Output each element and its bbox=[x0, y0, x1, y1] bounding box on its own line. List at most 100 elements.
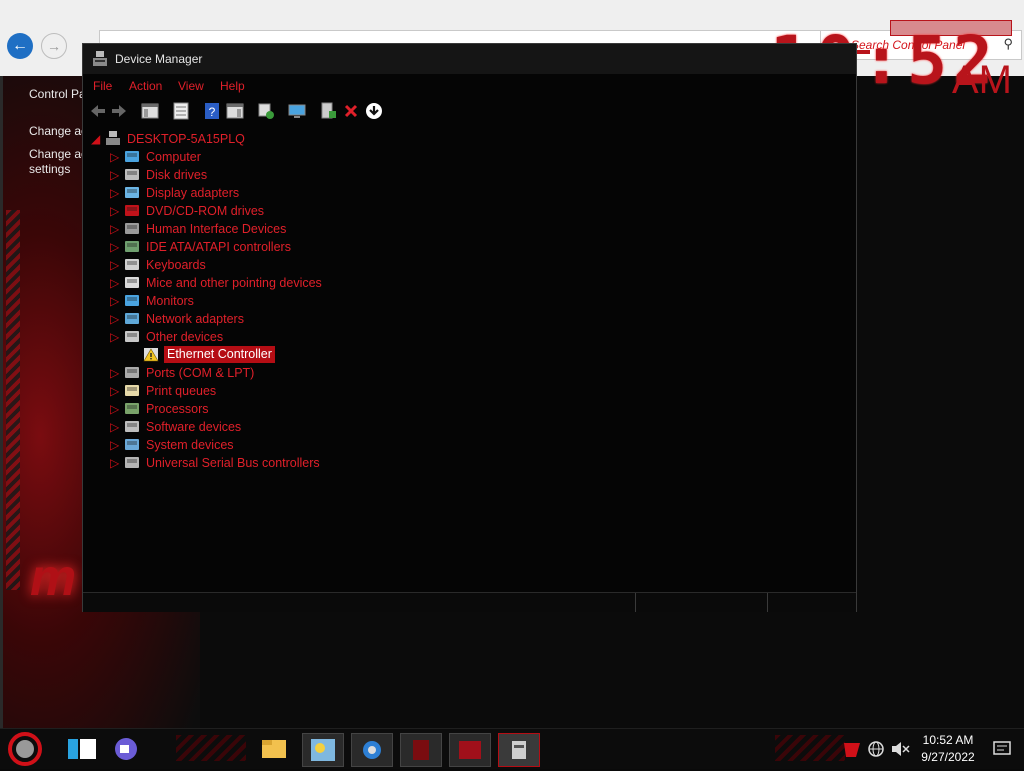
menu-view[interactable]: View bbox=[178, 79, 204, 93]
change-adapter-link[interactable]: Change ac bbox=[29, 124, 87, 138]
expand-arrow-icon[interactable]: ▷ bbox=[110, 186, 119, 200]
properties-icon[interactable] bbox=[172, 102, 190, 120]
expand-arrow-icon[interactable]: ▷ bbox=[110, 276, 119, 290]
forward-button[interactable]: → bbox=[41, 33, 67, 59]
warning-device-icon bbox=[143, 348, 159, 362]
device-manager-icon bbox=[93, 51, 107, 66]
tree-item-label: IDE ATA/ATAPI controllers bbox=[146, 240, 291, 254]
expand-arrow-icon[interactable]: ▷ bbox=[110, 366, 119, 380]
expand-arrow-icon[interactable]: ▷ bbox=[110, 402, 119, 416]
title-bar[interactable]: Device Manager bbox=[83, 44, 856, 74]
uninstall-device-icon[interactable] bbox=[342, 102, 360, 120]
port-icon bbox=[125, 367, 139, 378]
unknown-device-icon bbox=[125, 331, 139, 342]
taskbar-stripe-decoration bbox=[176, 735, 246, 761]
menu-file[interactable]: File bbox=[93, 79, 112, 93]
toolbar: ? bbox=[83, 97, 856, 125]
show-hide-action-pane-icon[interactable] bbox=[226, 102, 244, 120]
task-view-icon[interactable] bbox=[62, 733, 102, 765]
help-icon[interactable]: ? bbox=[203, 102, 221, 120]
expand-arrow-icon[interactable]: ▷ bbox=[110, 204, 119, 218]
start-button[interactable] bbox=[6, 731, 44, 767]
svg-text:?: ? bbox=[209, 105, 216, 119]
collapse-arrow-icon[interactable]: ◢ bbox=[91, 132, 100, 146]
window-title: Device Manager bbox=[115, 52, 203, 66]
file-explorer-icon[interactable] bbox=[254, 733, 294, 765]
expand-arrow-icon[interactable]: ▷ bbox=[110, 456, 119, 470]
menu-action[interactable]: Action bbox=[129, 79, 162, 93]
expand-arrow-icon[interactable]: ▷ bbox=[110, 258, 119, 272]
sidebar-stripe-decoration bbox=[6, 210, 20, 590]
tree-item-label: Display adapters bbox=[146, 186, 240, 200]
app-button-settings[interactable] bbox=[351, 733, 393, 767]
expand-arrow-icon[interactable]: ▷ bbox=[110, 222, 119, 236]
expand-arrow-icon[interactable]: ▷ bbox=[110, 150, 119, 164]
tree-item-label: Universal Serial Bus controllers bbox=[146, 456, 320, 470]
keyboard-icon bbox=[125, 259, 139, 270]
menu-help[interactable]: Help bbox=[220, 79, 245, 93]
taskbar-time[interactable]: 10:52 AM bbox=[917, 733, 979, 747]
back-arrow-icon[interactable] bbox=[89, 102, 107, 120]
network-icon bbox=[125, 313, 139, 324]
show-hide-console-tree-icon[interactable] bbox=[141, 102, 159, 120]
display-adapter-icon bbox=[125, 187, 139, 198]
change-sharing-link[interactable]: Change ac bbox=[29, 147, 87, 161]
tree-item-label: Mice and other pointing devices bbox=[146, 276, 322, 290]
mouse-icon bbox=[125, 277, 139, 288]
tree-item-label: Ethernet Controller bbox=[164, 346, 275, 363]
chat-icon[interactable] bbox=[106, 733, 146, 765]
computer-root-icon bbox=[106, 131, 120, 145]
taskbar-stripe-decoration bbox=[775, 735, 845, 761]
tree-item-label: DVD/CD-ROM drives bbox=[146, 204, 265, 218]
dvd-icon bbox=[125, 205, 139, 216]
status-separator bbox=[635, 593, 636, 612]
tree-item-label: Human Interface Devices bbox=[146, 222, 287, 236]
forward-arrow-icon[interactable] bbox=[110, 102, 128, 120]
status-separator bbox=[767, 593, 768, 612]
tree-item-label: Ports (COM & LPT) bbox=[146, 366, 255, 380]
expand-arrow-icon[interactable]: ▷ bbox=[110, 312, 119, 326]
settings-link[interactable]: settings bbox=[29, 162, 70, 176]
app-button-weather[interactable] bbox=[302, 733, 344, 767]
ide-icon bbox=[125, 241, 139, 252]
msi-tray-icon[interactable] bbox=[838, 733, 866, 765]
status-bar bbox=[83, 592, 856, 612]
expand-arrow-icon[interactable]: ▷ bbox=[110, 384, 119, 398]
update-driver-icon[interactable] bbox=[319, 102, 337, 120]
download-driver-icon[interactable] bbox=[365, 102, 383, 120]
app-button-device-manager[interactable] bbox=[498, 733, 540, 767]
tree-item-label: Print queues bbox=[146, 384, 217, 398]
disk-icon bbox=[125, 169, 139, 180]
expand-arrow-icon[interactable]: ▷ bbox=[110, 330, 119, 344]
taskbar: 10:52 AM 9/27/2022 bbox=[0, 728, 1024, 769]
monitor-view-icon[interactable] bbox=[288, 102, 306, 120]
back-button[interactable]: ← bbox=[7, 33, 33, 59]
clock-ampm: AM bbox=[952, 58, 1012, 102]
expand-arrow-icon[interactable]: ▷ bbox=[110, 168, 119, 182]
weather-app-icon bbox=[311, 739, 335, 761]
tree-item-label: Network adapters bbox=[146, 312, 244, 326]
msi-app-icon bbox=[459, 741, 481, 759]
expand-arrow-icon[interactable]: ▷ bbox=[110, 294, 119, 308]
notifications-icon[interactable] bbox=[988, 733, 1016, 765]
expand-arrow-icon[interactable]: ▷ bbox=[110, 438, 119, 452]
tree-item-label: Monitors bbox=[146, 294, 194, 308]
usb-icon bbox=[125, 457, 139, 468]
expand-arrow-icon[interactable]: ▷ bbox=[110, 420, 119, 434]
taskbar-date[interactable]: 9/27/2022 bbox=[917, 750, 979, 764]
sidebar-frame bbox=[0, 76, 3, 728]
scan-hardware-icon[interactable] bbox=[257, 102, 275, 120]
globe-icon[interactable] bbox=[864, 733, 888, 765]
app-button-red[interactable] bbox=[400, 733, 442, 767]
control-panel-home-link[interactable]: Control Pa bbox=[29, 87, 86, 101]
app-button-msi[interactable] bbox=[449, 733, 491, 767]
device-tree: ◢ DESKTOP-5A15PLQ ▷ Computer ▷ Disk drives ▷ Di… bbox=[83, 126, 856, 586]
tree-item-label: Disk drives bbox=[146, 168, 208, 182]
tree-item-label: Processors bbox=[146, 402, 209, 416]
tree-item-label: Keyboards bbox=[146, 258, 206, 272]
computer-name-label: DESKTOP-5A15PLQ bbox=[127, 132, 245, 146]
volume-muted-icon[interactable] bbox=[888, 733, 912, 765]
expand-arrow-icon[interactable]: ▷ bbox=[110, 240, 119, 254]
red-app-icon bbox=[413, 740, 429, 760]
tree-item-label: Computer bbox=[146, 150, 201, 164]
